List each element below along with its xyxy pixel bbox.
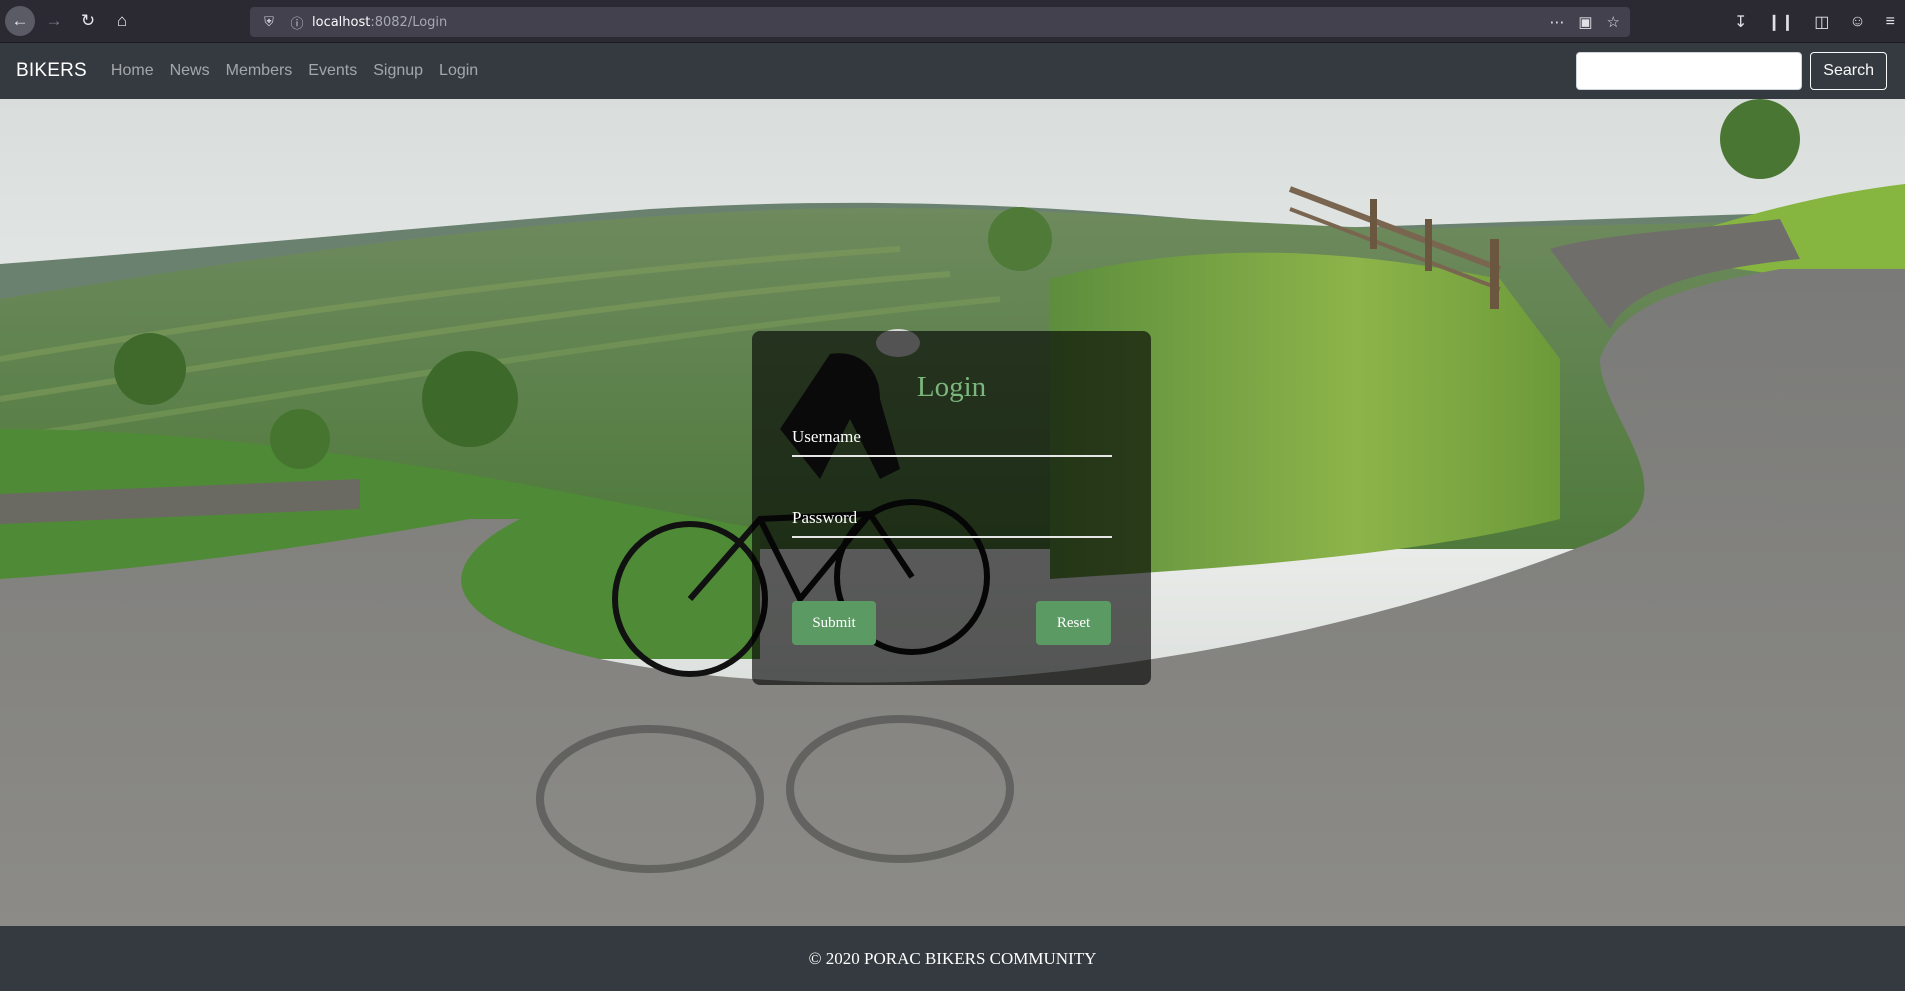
url-path: :8082/Login — [370, 14, 448, 30]
url-text: localhost:8082/Login — [312, 15, 447, 30]
pocket-icon[interactable]: ▣ — [1578, 13, 1592, 31]
nav-link-home[interactable]: Home — [111, 62, 154, 80]
back-icon[interactable]: ← — [5, 6, 35, 36]
more-icon[interactable]: ⋯ — [1549, 13, 1564, 31]
nav-link-signup[interactable]: Signup — [373, 62, 423, 80]
page-footer: © 2020 PORAC BIKERS COMMUNITY — [0, 926, 1905, 991]
reset-button[interactable]: Reset — [1036, 601, 1111, 645]
nav-link-members[interactable]: Members — [226, 62, 293, 80]
search-input[interactable] — [1576, 52, 1803, 90]
nav-link-events[interactable]: Events — [308, 62, 357, 80]
menu-icon[interactable]: ≡ — [1886, 13, 1895, 31]
account-icon[interactable]: ☺ — [1849, 13, 1865, 31]
nav-link-login[interactable]: Login — [439, 62, 478, 80]
address-bar[interactable]: ⛨ ⓘ localhost:8082/Login ⋯ ▣ ☆ — [250, 7, 1630, 37]
url-host: localhost — [312, 14, 371, 30]
password-input[interactable] — [792, 498, 1112, 536]
forward-icon[interactable]: → — [39, 6, 69, 36]
password-field[interactable]: Password — [792, 498, 1112, 538]
browser-toolbar: ← → ↻ ⌂ ⛨ ⓘ localhost:8082/Login ⋯ ▣ ☆ ↧… — [0, 0, 1905, 43]
sidebar-icon[interactable]: ◫ — [1814, 12, 1829, 32]
shield-icon[interactable]: ⛨ — [260, 14, 278, 30]
username-input[interactable] — [792, 417, 1112, 455]
download-icon[interactable]: ↧ — [1734, 12, 1747, 32]
hero-background-image: Login Username Password Submit Reset — [0, 99, 1905, 926]
username-field[interactable]: Username — [792, 417, 1112, 457]
site-navbar: BIKERS Home News Members Events Signup L… — [0, 43, 1905, 99]
search-button[interactable]: Search — [1810, 52, 1887, 90]
search-form: Search — [1576, 52, 1887, 90]
home-icon[interactable]: ⌂ — [107, 6, 137, 36]
submit-button[interactable]: Submit — [792, 601, 876, 645]
library-icon[interactable]: ❙❙ — [1767, 12, 1794, 32]
brand-logo[interactable]: BIKERS — [16, 60, 87, 82]
bookmark-star-icon[interactable]: ☆ — [1607, 13, 1620, 31]
reload-icon[interactable]: ↻ — [73, 6, 103, 36]
nav-link-news[interactable]: News — [170, 62, 210, 80]
login-title: Login — [916, 371, 987, 403]
footer-copyright: © 2020 PORAC BIKERS COMMUNITY — [808, 948, 1097, 968]
info-icon[interactable]: ⓘ — [288, 13, 306, 32]
login-form: Login Username Password Submit Reset — [752, 331, 1151, 685]
